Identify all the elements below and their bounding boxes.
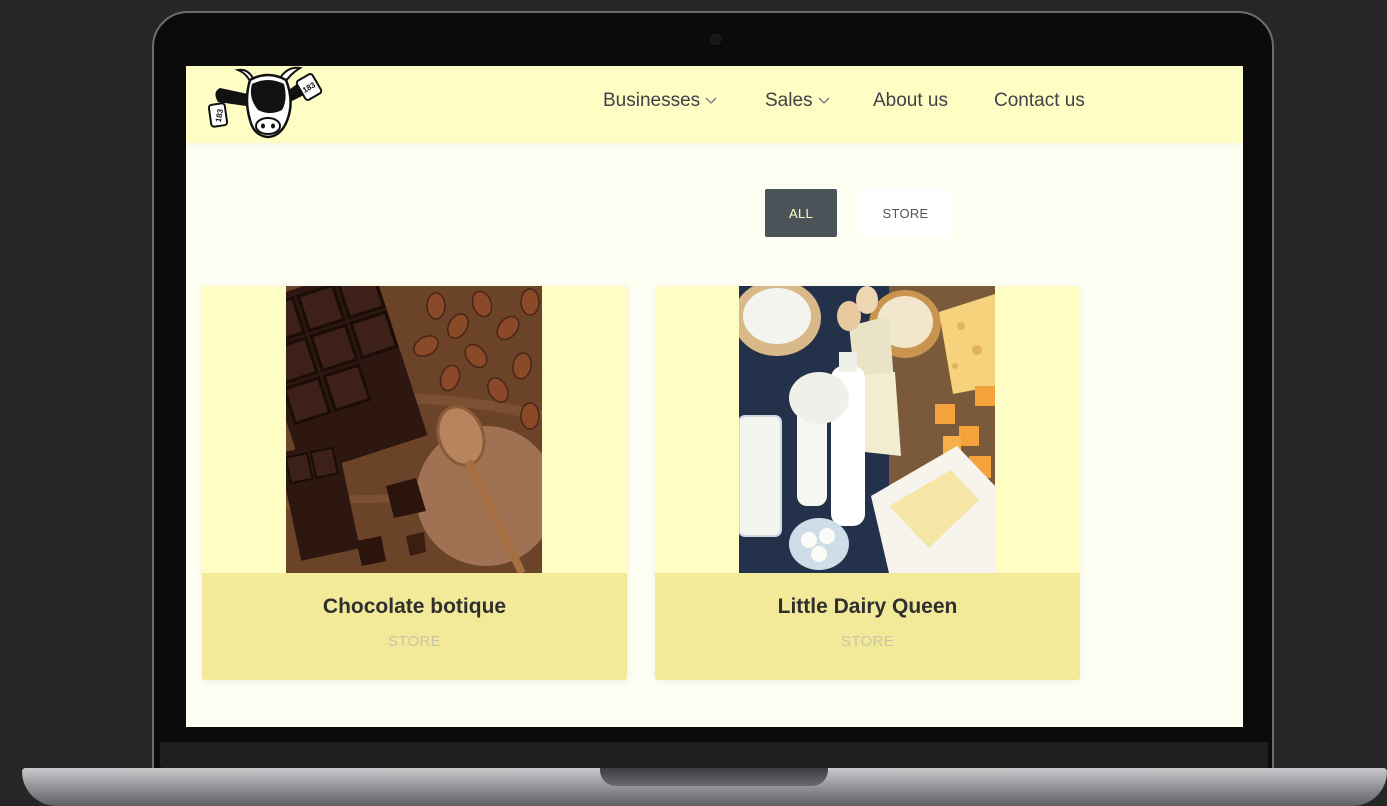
card-footer: Chocolate botique STORE xyxy=(202,573,627,680)
laptop-notch xyxy=(600,768,828,786)
business-card[interactable]: Chocolate botique STORE xyxy=(202,286,627,680)
chevron-down-icon xyxy=(705,97,717,104)
nav-about-us[interactable]: About us xyxy=(873,88,948,114)
cow-logo[interactable]: 183 183 xyxy=(207,66,326,140)
nav-businesses-label: Businesses xyxy=(603,90,701,111)
card-title[interactable]: Little Dairy Queen xyxy=(655,595,1080,619)
nav-contact-us[interactable]: Contact us xyxy=(994,88,1085,114)
chocolate-image[interactable] xyxy=(248,286,556,575)
navbar: 183 183 Businesses Sales About us Contac… xyxy=(186,66,1243,143)
nav-businesses[interactable]: Businesses xyxy=(603,88,717,114)
card-title[interactable]: Chocolate botique xyxy=(202,595,627,619)
filter-store-button[interactable]: STORE xyxy=(859,189,952,237)
nav-sales-label: Sales xyxy=(765,90,813,111)
browser-viewport: 183 183 Businesses Sales About us Contac… xyxy=(186,66,1243,727)
laptop-bezel-bottom xyxy=(160,742,1268,770)
dairy-image[interactable] xyxy=(733,286,995,573)
nav-sales[interactable]: Sales xyxy=(765,88,830,114)
camera-icon xyxy=(710,34,721,45)
filter-all-button[interactable]: ALL xyxy=(765,189,837,237)
nav-contact-us-label: Contact us xyxy=(994,90,1085,111)
business-card[interactable]: Little Dairy Queen STORE xyxy=(655,286,1080,680)
card-category: STORE xyxy=(388,633,441,650)
card-footer: Little Dairy Queen STORE xyxy=(655,573,1080,680)
nav-about-us-label: About us xyxy=(873,90,948,111)
chevron-down-icon xyxy=(818,97,829,104)
card-category: STORE xyxy=(841,633,894,650)
